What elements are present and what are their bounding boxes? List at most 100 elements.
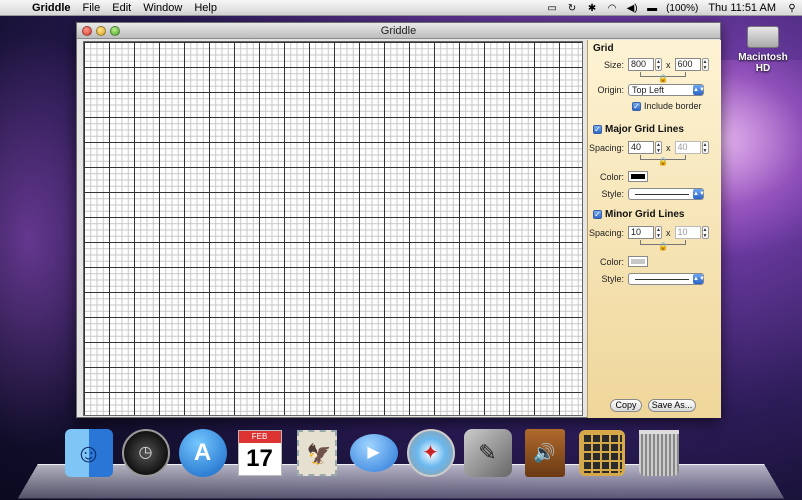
minor-spacing-x-field[interactable]: 10 [628,226,654,239]
size-x-label: x [666,59,671,70]
eagle-stamp-icon: 🦅 [306,443,332,466]
include-border-checkbox[interactable]: ✓ [632,101,641,111]
ichat-icon: ▶ [349,433,398,472]
major-header[interactable]: ✓ Major Grid Lines [593,124,684,135]
app-store-icon: A [178,428,227,477]
major-spacing-x-field[interactable]: 40 [628,141,654,154]
menu-help[interactable]: Help [188,0,223,16]
width-field[interactable]: 800 [628,58,654,71]
griddle-window: Griddle Grid Size: 800 ▲ ▼ x 600 ▲ ▼ 🔒 Ori… [76,22,721,418]
origin-row: Origin: Top Left ▲▼ [588,84,705,96]
mail-icon: 🦅 [296,429,337,476]
dock-audiobook[interactable]: 🔊 [518,426,571,479]
menu-file[interactable]: File [77,0,107,16]
major-style-label: Style: [601,189,624,199]
dock-safari[interactable]: ✦ [404,426,457,479]
spotlight-icon[interactable]: ⚲ [784,3,800,14]
width-stepper[interactable]: ▲ ▼ [655,58,662,71]
minor-lock[interactable]: 🔒 [658,242,668,251]
major-spacing-y-field[interactable]: 40 [674,141,701,154]
window-titlebar[interactable]: Griddle [77,23,720,39]
major-style-popup[interactable]: ▲▼ [628,188,705,200]
minor-spacing-y-field[interactable]: 10 [674,226,701,239]
minor-spacing-x-stepper[interactable]: ▲ ▼ [655,226,662,239]
hard-drive-icon [747,26,779,48]
menu-clock[interactable]: Thu 11:51 AM [702,2,782,14]
major-color-swatch [631,174,645,179]
minor-color-well[interactable] [628,256,648,267]
bluetooth-icon[interactable]: ✱ [584,3,600,14]
major-color-well[interactable] [628,171,648,182]
include-border-row[interactable]: ✓ Include border [632,101,702,111]
minimize-button[interactable] [96,26,106,36]
major-spacing-row: Spacing: 40 ▲ ▼ x 40 ▲ ▼ [588,141,709,154]
dock-trash[interactable] [632,426,685,479]
trash-icon [638,429,679,476]
dock-ical[interactable]: FEB 17 [233,426,286,479]
menu-edit[interactable]: Edit [106,0,137,16]
keyboard-icon[interactable]: ▭ [544,3,560,14]
origin-value: Top Left [632,85,665,95]
volume-icon[interactable]: ◀) [624,3,640,14]
dock-app-store[interactable]: A [176,426,229,479]
minor-grid-checkbox[interactable]: ✓ [593,210,602,219]
sync-icon[interactable]: ↻ [564,3,580,14]
solid-line-sample [635,194,689,195]
minor-style-label: Style: [601,274,624,284]
dock-ichat[interactable]: ▶ [347,426,400,479]
finder-icon: ☺ [64,428,113,477]
origin-label: Origin: [597,85,624,95]
griddle-app-icon [578,429,625,476]
major-lock[interactable]: 🔒 [658,157,668,166]
major-spacing-x-stepper[interactable]: ▲ ▼ [655,141,662,154]
save-as-button[interactable]: Save As... [648,399,696,412]
popup-arrows-icon: ▲▼ [693,85,705,95]
wifi-icon[interactable]: ◠ [604,3,620,14]
size-lock[interactable]: 🔒 [658,74,668,83]
minor-color-swatch [631,259,645,264]
lock-icon[interactable]: 🔒 [658,74,668,83]
dock-finder[interactable]: ☺ [62,426,115,479]
major-spacing-y-stepper[interactable]: ▲ ▼ [701,141,709,154]
major-grid-title: Major Grid Lines [605,124,684,135]
battery-percent: (100%) [666,2,699,14]
dock: ☺ ◷ A FEB 17 🦅 ▶ ✦ ✎ 🔊 [62,426,685,479]
dock-griddle[interactable] [575,426,628,479]
dock-xcode[interactable]: ✎ [461,426,514,479]
menu-app-name[interactable]: Griddle [28,0,77,16]
settings-panel: Grid Size: 800 ▲ ▼ x 600 ▲ ▼ 🔒 Origin: Top… [587,40,721,418]
major-style-row: Style: ▲▼ [588,188,705,200]
lock-icon[interactable]: 🔒 [658,157,668,166]
origin-popup[interactable]: Top Left ▲▼ [628,84,705,96]
major-spacing-label: Spacing: [588,142,624,153]
minor-grid-title: Minor Grid Lines [605,209,685,220]
major-grid-checkbox[interactable]: ✓ [593,125,602,134]
minor-spacing-label: Spacing: [588,227,624,238]
safari-compass-icon: ✦ [406,428,455,477]
lock-icon[interactable]: 🔒 [658,242,668,251]
hd-label: Macintosh HD [738,52,788,74]
traffic-lights [82,26,120,36]
menu-window[interactable]: Window [137,0,188,16]
window-title: Griddle [380,25,417,37]
close-button[interactable] [82,26,92,36]
minor-x-label: x [666,227,671,238]
minor-spacing-y-stepper[interactable]: ▲ ▼ [701,226,709,239]
height-stepper[interactable]: ▲ ▼ [701,58,709,71]
menu-bar: Griddle File Edit Window Help ▭ ↻ ✱ ◠ ◀)… [0,0,802,16]
macintosh-hd[interactable]: Macintosh HD [733,26,793,74]
xcode-icon: ✎ [463,428,512,477]
minor-style-popup[interactable]: ▲▼ [628,273,705,285]
battery-icon[interactable]: ▬ [644,3,660,14]
minor-header[interactable]: ✓ Minor Grid Lines [593,209,684,220]
dock-dashboard[interactable]: ◷ [119,426,172,479]
menu-extras: ▭ ↻ ✱ ◠ ◀) ▬ (100%) Thu 11:51 AM ⚲ [542,0,802,16]
copy-button[interactable]: Copy [610,399,642,412]
major-color-label: Color: [599,171,624,182]
dock-mail[interactable]: 🦅 [290,426,343,479]
height-field[interactable]: 600 [674,58,701,71]
popup-arrows-icon: ▲▼ [693,189,705,199]
grid-preview-canvas [83,41,583,416]
major-color-row: Color: [588,171,648,182]
zoom-button[interactable] [110,26,120,36]
